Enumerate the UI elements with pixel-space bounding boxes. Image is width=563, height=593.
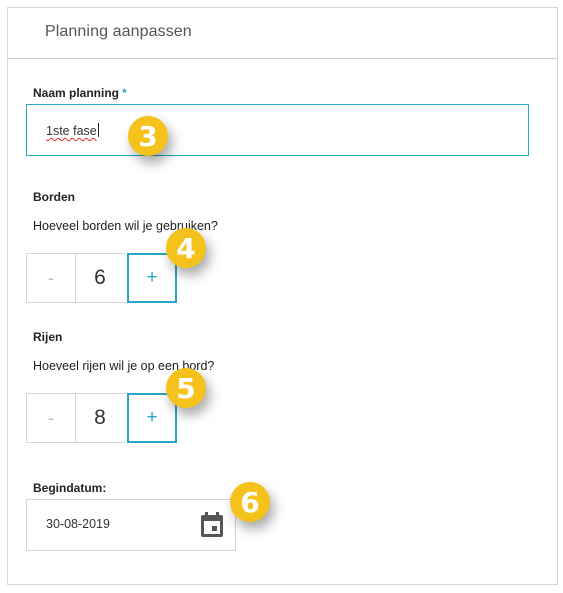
planning-name-value: 1ste fase — [46, 124, 97, 138]
calendar-icon[interactable] — [200, 512, 224, 538]
borden-label: Borden — [33, 190, 75, 204]
borden-value: 6 — [75, 253, 125, 303]
callout-badge-3: 3 — [128, 116, 168, 156]
panel-header: Planning aanpassen — [8, 8, 557, 59]
begindatum-value: 30-08-2019 — [46, 517, 110, 531]
name-field-label: Naam planning * — [33, 86, 127, 100]
callout-badge-5: 5 — [166, 368, 206, 408]
planning-name-input[interactable]: 1ste fase — [26, 104, 529, 156]
rijen-label: Rijen — [33, 330, 63, 344]
borden-decrement-button[interactable]: - — [26, 253, 76, 303]
text-caret — [97, 123, 99, 137]
callout-badge-6: 6 — [230, 482, 270, 522]
begindatum-input[interactable]: 30-08-2019 — [26, 499, 236, 551]
rijen-stepper: - 8 + — [26, 393, 177, 443]
rijen-decrement-button[interactable]: - — [26, 393, 76, 443]
begindatum-label: Begindatum: — [33, 481, 107, 495]
callout-badge-4: 4 — [166, 228, 206, 268]
borden-stepper: - 6 + — [26, 253, 177, 303]
panel-title: Planning aanpassen — [45, 23, 192, 40]
name-field-label-text: Naam planning — [33, 86, 120, 100]
required-mark: * — [122, 86, 127, 100]
rijen-value: 8 — [75, 393, 125, 443]
